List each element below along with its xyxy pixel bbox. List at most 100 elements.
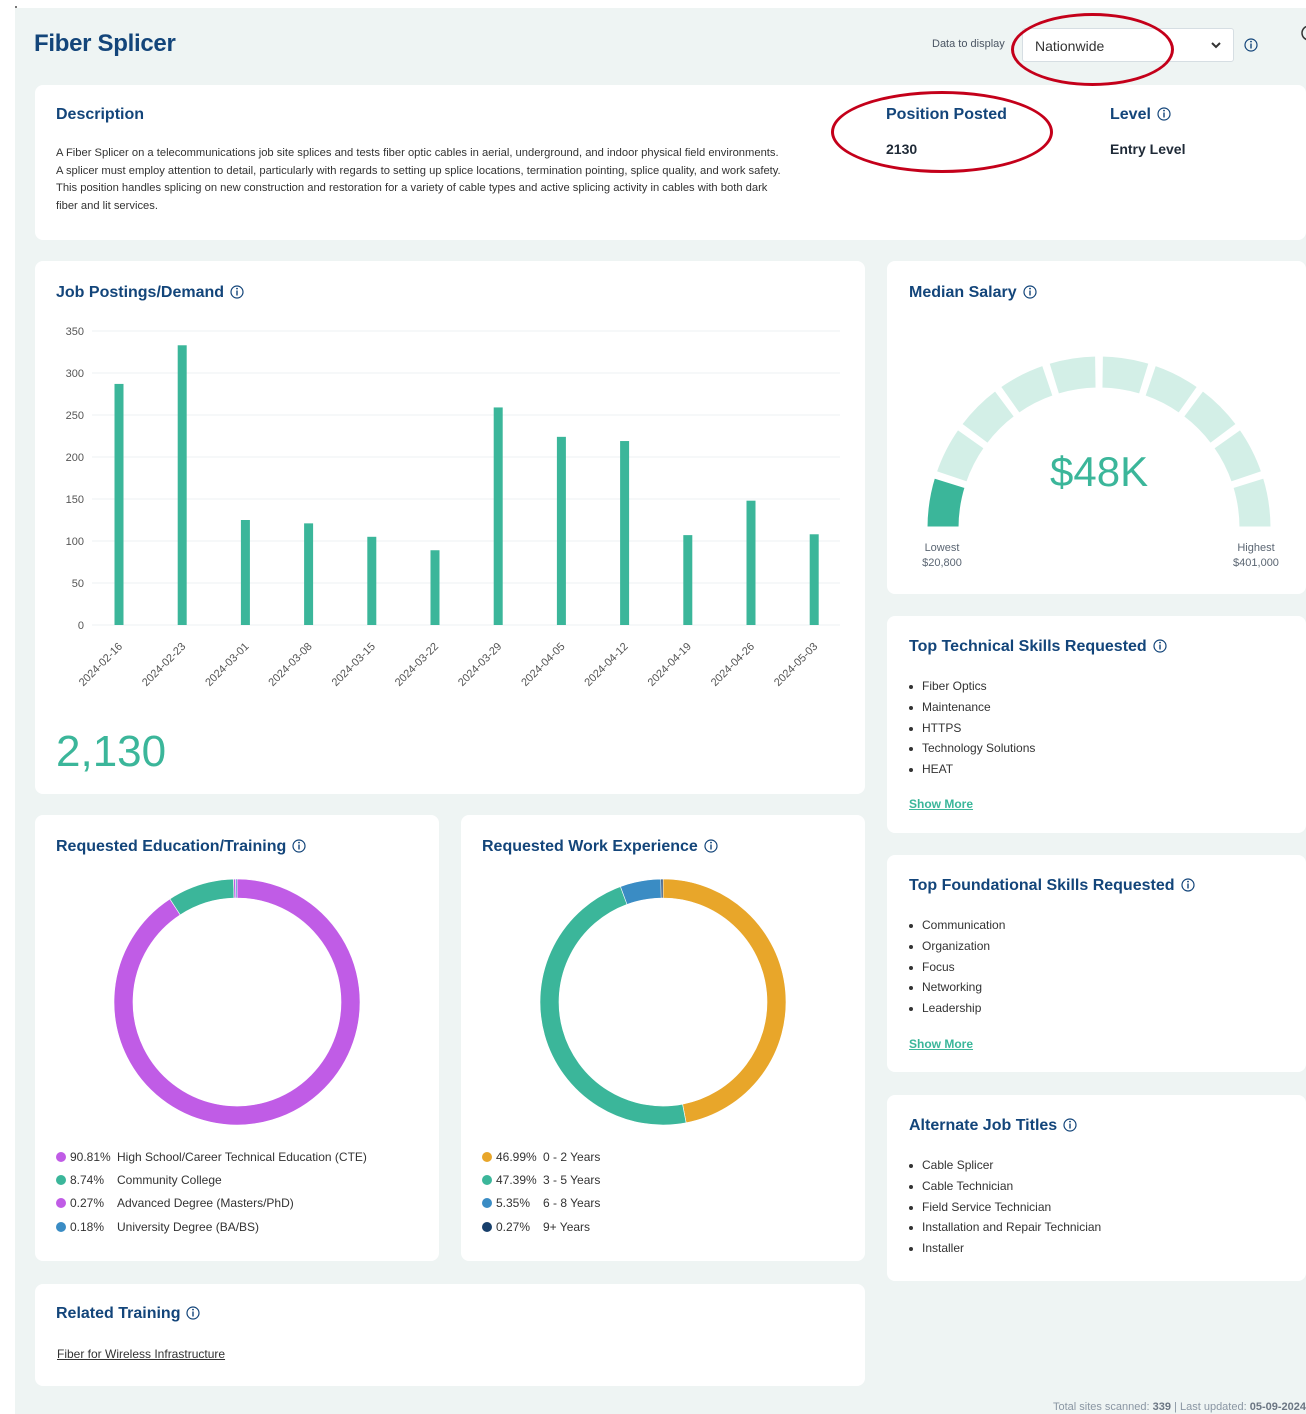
legend-pct: 5.35% [496, 1196, 531, 1211]
chevron-down-icon [1209, 38, 1223, 57]
legend-label: 9+ Years [543, 1219, 591, 1234]
alternate-titles-title: Alternate Job Titles [909, 1117, 1077, 1135]
legend-item[interactable]: 0.18% University Degree (BA/BS) [56, 1215, 367, 1238]
legend-item[interactable]: 46.99% 0 - 2 Years [482, 1145, 600, 1168]
list-item: HEAT [908, 759, 1035, 780]
legend-swatch [56, 1221, 66, 1232]
data-to-display-label: Data to display [932, 38, 1005, 50]
legend-item[interactable]: 8.74% Community College [56, 1168, 367, 1191]
legend-label: Community College [117, 1172, 222, 1187]
salary-highest: Highest $401,000 [1228, 541, 1284, 571]
experience-title: Requested Work Experience [482, 838, 718, 856]
technical-skills-title-text: Top Technical Skills Requested [909, 638, 1147, 655]
legend-swatch [482, 1174, 492, 1185]
footer-updated-label: Last updated: [1179, 1401, 1247, 1413]
education-card: Requested Education/Training 90.81% High … [35, 815, 439, 1261]
legend-label: 6 - 8 Years [543, 1196, 601, 1211]
education-title-text: Requested Education/Training [56, 838, 287, 855]
experience-title-text: Requested Work Experience [482, 838, 698, 855]
list-item: Focus [908, 957, 1005, 978]
salary-highest-value: $401,000 [1233, 557, 1279, 569]
list-item: Cable Splicer [908, 1155, 1101, 1176]
salary-highest-label: Highest [1237, 542, 1275, 554]
foundational-skills-card: Top Foundational Skills Requested Commun… [887, 855, 1306, 1072]
list-item: Field Service Technician [908, 1197, 1101, 1218]
related-training-info-icon[interactable] [186, 1306, 201, 1320]
foundational-skills-title-text: Top Foundational Skills Requested [909, 877, 1175, 894]
list-item: Cable Technician [908, 1176, 1101, 1197]
median-salary-title: Median Salary [909, 284, 1037, 302]
legend-swatch [482, 1221, 492, 1232]
annotation-oval-position-posted [831, 91, 1053, 173]
legend-swatch [56, 1151, 66, 1162]
legend-item[interactable]: 0.27% 9+ Years [482, 1215, 600, 1238]
experience-legend: 46.99% 0 - 2 Years 47.39% 3 - 5 Years 5.35… [482, 1145, 600, 1238]
foundational-skills-list: Communication Organization Focus Network… [908, 915, 1005, 1019]
foundational-skills-title: Top Foundational Skills Requested [909, 877, 1195, 895]
foundational-skills-info-icon[interactable] [1180, 878, 1195, 892]
education-title: Requested Education/Training [56, 838, 306, 856]
list-item: Fiber Optics [908, 676, 1035, 697]
level-value: Entry Level [1110, 141, 1186, 157]
related-training-card: Related Training Fiber for Wireless Infr… [35, 1284, 865, 1386]
median-salary-title-text: Median Salary [909, 284, 1017, 301]
median-salary-info-icon[interactable] [1023, 285, 1037, 299]
description-text: A Fiber Splicer on a telecommunications … [56, 147, 781, 212]
alternate-titles-info-icon[interactable] [1063, 1118, 1077, 1132]
level-label: Level [1110, 106, 1171, 124]
job-postings-card: Job Postings/Demand [35, 261, 865, 794]
education-info-icon[interactable] [292, 839, 306, 853]
footer-sites-value: 339 [1152, 1401, 1171, 1413]
related-training-link[interactable]: Fiber for Wireless Infrastructure [57, 1347, 225, 1361]
legend-item[interactable]: 5.35% 6 - 8 Years [482, 1192, 600, 1215]
experience-info-icon[interactable] [704, 839, 718, 853]
legend-item[interactable]: 47.39% 3 - 5 Years [482, 1168, 600, 1191]
footer-separator: | [1174, 1401, 1177, 1413]
technical-skills-list: Fiber Optics Maintenance HTTPS Technolog… [908, 676, 1035, 780]
related-training-title-text: Related Training [56, 1305, 181, 1322]
list-item: HTTPS [908, 718, 1035, 739]
legend-pct: 46.99% [496, 1149, 537, 1164]
footer-updated-value: 05-09-2024 [1249, 1401, 1306, 1413]
legend-pct: 90.81% [70, 1149, 111, 1164]
median-salary-value: $48K [1050, 448, 1149, 495]
job-postings-info-icon[interactable] [230, 285, 244, 299]
legend-label: 3 - 5 Years [543, 1172, 601, 1187]
job-postings-title-text: Job Postings/Demand [56, 284, 225, 301]
job-postings-total: 2,130 [56, 727, 167, 776]
list-item: Organization [908, 936, 1005, 957]
list-item: Networking [908, 977, 1005, 998]
legend-item[interactable]: 90.81% High School/Career Technical Educa… [56, 1145, 367, 1168]
list-item: Maintenance [908, 697, 1035, 718]
legend-label: Advanced Degree (Masters/PhD) [117, 1196, 294, 1211]
legend-swatch [482, 1198, 492, 1209]
description-card: Description A Fiber Splicer on a telecom… [35, 85, 1306, 240]
legend-swatch [56, 1198, 66, 1209]
display-info-icon[interactable] [1244, 38, 1258, 52]
technical-skills-info-icon[interactable] [1153, 639, 1167, 653]
technical-skills-card: Top Technical Skills Requested Fiber Opt… [887, 616, 1306, 833]
close-icon[interactable] [1297, 24, 1306, 47]
job-postings-title: Job Postings/Demand [56, 284, 244, 302]
legend-pct: 0.18% [70, 1219, 105, 1234]
footer-sites-label: Total sites scanned: [1052, 1401, 1150, 1413]
level-info-icon[interactable] [1157, 107, 1171, 121]
annotation-oval-data-display [1011, 13, 1174, 86]
legend-pct: 0.27% [70, 1196, 105, 1211]
legend-swatch [56, 1174, 66, 1185]
legend-item[interactable]: 0.27% Advanced Degree (Masters/PhD) [56, 1192, 367, 1215]
list-item: Installer [908, 1238, 1101, 1259]
salary-lowest-value: $20,800 [922, 557, 962, 569]
description-title: Description [56, 106, 145, 123]
footer-status: Total sites scanned: 339 | Last updated:… [1053, 1401, 1306, 1413]
salary-lowest-label: Lowest [924, 542, 960, 554]
related-training-title: Related Training [56, 1305, 201, 1323]
legend-pct: 0.27% [496, 1219, 531, 1234]
alternate-titles-card: Alternate Job Titles Cable Splicer Cable… [887, 1095, 1306, 1281]
level-label-text: Level [1110, 106, 1151, 123]
technical-skills-show-more-link[interactable]: Show More [909, 797, 973, 811]
list-item: Leadership [908, 998, 1005, 1019]
legend-swatch [482, 1151, 492, 1162]
foundational-skills-show-more-link[interactable]: Show More [909, 1037, 973, 1051]
education-legend: 90.81% High School/Career Technical Educa… [56, 1145, 367, 1238]
